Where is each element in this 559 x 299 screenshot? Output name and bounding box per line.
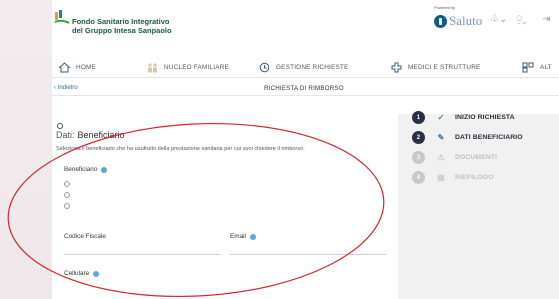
header: Fondo Sanitario Integrativo del Gruppo I…: [52, 0, 559, 52]
nav-item-requests[interactable]: GESTIONE RICHIESTE: [258, 62, 349, 73]
brand-line-1: Fondo Sanitario Integrativo: [72, 17, 170, 26]
step-beneficiary-data: 2 ✎ DATI BENEFICIARIO: [412, 131, 523, 144]
nav-item-label: HOME: [76, 64, 96, 71]
app-window: Fondo Sanitario Integrativo del Gruppo I…: [52, 0, 559, 299]
step-label: DOCUMENTI: [455, 154, 498, 161]
requests-icon: [259, 62, 270, 73]
nav-item-doctors[interactable]: MEDICI E STRUTTURE: [390, 62, 480, 73]
beneficiary-radio-2[interactable]: [64, 192, 70, 198]
nav-item-label: ALT: [540, 64, 552, 71]
step-summary: 4 ▤ RIEPILOGO: [412, 171, 494, 184]
step-documents: 3 ⚠ DOCUMENTI: [412, 151, 497, 164]
nav-item-label: MEDICI E STRUTTURE: [408, 64, 481, 71]
section-subtitle: Seleziona il beneficiario che ha usufrui…: [56, 146, 305, 152]
warning-icon: ⚠: [437, 153, 445, 162]
step-label: INIZIO RICHIESTA: [455, 114, 515, 121]
grid-icon: [522, 62, 534, 73]
fiscal-code-field[interactable]: [64, 254, 220, 255]
house-icon: [58, 62, 71, 73]
info-icon[interactable]: [101, 166, 108, 173]
person-icon: ✎: [437, 133, 445, 142]
family-icon: [148, 63, 157, 73]
step-label: RIEPILOGO: [455, 174, 494, 181]
step-start-request: 1 ✓ INIZIO RICHIESTA: [412, 111, 515, 124]
info-icon[interactable]: [93, 270, 100, 277]
user-menu-icon[interactable]: ⍜⌄: [516, 14, 527, 25]
step-person-icon: [57, 123, 63, 129]
nav-item-label: GESTIONE RICHIESTE: [276, 64, 349, 71]
beneficiary-label-text: Beneficiario: [64, 166, 98, 173]
email-label: Email: [230, 233, 256, 240]
brand-line-2: del Gruppo Intesa Sanpaolo: [72, 26, 172, 35]
section-title: Dati: Beneficiario: [56, 130, 125, 140]
beneficiary-label: Beneficiario: [64, 166, 108, 173]
info-icon[interactable]: [249, 233, 256, 240]
nav-item-home[interactable]: HOME: [58, 62, 96, 73]
mobile-label-text: Cellulare: [64, 270, 90, 277]
fund-logo-icon: [54, 10, 70, 24]
breadcrumb: ‹ Indietro RICHIESTA DI RIMBORSO: [52, 82, 559, 96]
partner-logo[interactable]: Saluto: [434, 11, 482, 31]
powered-by-label: Powered by: [434, 5, 456, 10]
partner-name: Saluto: [449, 13, 483, 28]
fiscal-code-label: Codice Fiscale: [64, 233, 106, 240]
logout-icon[interactable]: ⇥: [542, 14, 550, 25]
nav-item-family[interactable]: NUCLEO FAMILIARE: [146, 62, 229, 73]
email-field[interactable]: [230, 254, 386, 255]
step-number: 1: [412, 111, 425, 124]
email-label-text: Email: [230, 233, 246, 240]
notifications-icon[interactable]: ♧⌄: [490, 14, 507, 25]
brand-name: Fondo Sanitario Integrativo del Gruppo I…: [72, 17, 172, 35]
section-title-main: Beneficiario: [77, 130, 125, 140]
main-nav: HOME NUCLEO FAMILIARE GESTIONE RICHIESTE…: [52, 56, 559, 78]
nav-item-other[interactable]: ALT: [522, 62, 552, 73]
partner-logo-icon: [434, 14, 447, 28]
step-number: 3: [412, 151, 425, 164]
steps-panel: 1 ✓ INIZIO RICHIESTA 2 ✎ DATI BENEFICIAR…: [398, 111, 559, 299]
step-number: 2: [412, 131, 425, 144]
step-label: DATI BENEFICIARIO: [455, 134, 523, 141]
beneficiary-radio-3[interactable]: [64, 203, 70, 209]
back-link[interactable]: ‹ Indietro: [54, 85, 78, 91]
page-title: RICHIESTA DI RIMBORSO: [264, 85, 344, 92]
summary-icon: ▤: [437, 173, 445, 182]
step-number: 4: [412, 171, 425, 184]
section-title-prefix: Dati:: [56, 130, 75, 140]
beneficiary-radio-1[interactable]: [64, 181, 70, 187]
nav-item-label: NUCLEO FAMILIARE: [164, 64, 229, 71]
mobile-label: Cellulare: [64, 270, 100, 277]
check-icon: ✓: [437, 113, 445, 122]
hospital-icon: [391, 62, 402, 73]
